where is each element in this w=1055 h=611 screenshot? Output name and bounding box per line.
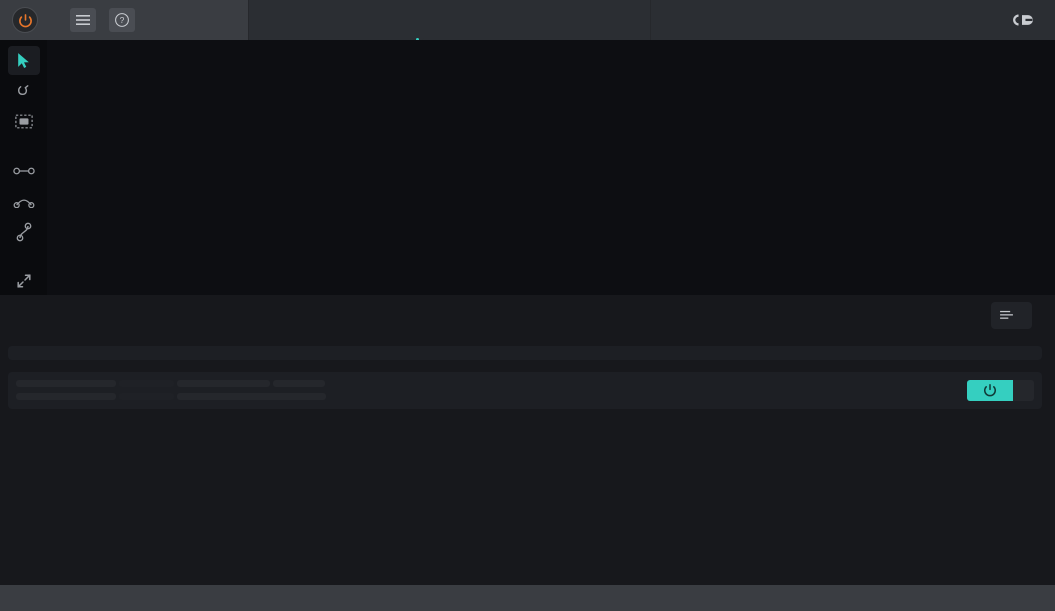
midi-output-row — [16, 393, 326, 400]
update-rate-field[interactable] — [177, 393, 326, 400]
pen-tool-icon[interactable] — [8, 77, 40, 106]
midi-output-field[interactable] — [16, 393, 116, 400]
header-right — [650, 0, 1055, 40]
tool-palette — [0, 40, 47, 295]
grid-lines-icon — [1000, 310, 1013, 319]
plugin-power-button[interactable] — [12, 7, 38, 33]
lower-section — [0, 335, 1055, 611]
pointer-tool-icon[interactable] — [7, 46, 40, 75]
midi-input-row — [16, 380, 326, 387]
svg-text:?: ? — [120, 15, 125, 25]
modulation-matrix — [8, 346, 1042, 360]
midi-output-channel-field[interactable] — [119, 393, 174, 400]
wave-editor — [0, 40, 1055, 295]
hamburger-icon — [76, 15, 90, 25]
teach-button[interactable] — [967, 380, 1013, 401]
editor-toolbar — [0, 295, 1055, 335]
expand-tool-icon[interactable] — [8, 266, 40, 295]
teach-group — [967, 380, 1034, 401]
marquee-select-tool-icon[interactable] — [8, 107, 40, 136]
midi-cc-field[interactable] — [1013, 380, 1034, 401]
grid-mode-button[interactable] — [991, 301, 1032, 329]
wave-canvas[interactable] — [47, 40, 1055, 295]
brand-area: ? — [0, 0, 249, 40]
midishaper-window: ? — [0, 0, 1055, 611]
line-segment-tool-icon[interactable] — [8, 156, 40, 185]
s-curve-tool-icon[interactable] — [8, 218, 40, 247]
arc-curve-tool-icon[interactable] — [8, 187, 40, 216]
midi-input-field[interactable] — [16, 380, 116, 387]
right-column — [0, 340, 1055, 611]
shape-preset-bar — [991, 301, 1055, 329]
help-button[interactable]: ? — [109, 8, 135, 32]
wave-selector-bar — [249, 0, 651, 44]
power-icon — [984, 383, 996, 397]
midi-setup-panel — [8, 372, 1042, 409]
app-header: ? — [0, 0, 1055, 44]
help-icon: ? — [115, 13, 129, 27]
midi-fields — [16, 380, 326, 401]
octave-field[interactable] — [177, 380, 270, 387]
window-footer — [0, 585, 1055, 611]
note-field[interactable] — [273, 380, 325, 387]
vendor-logo — [1009, 13, 1035, 28]
menu-button[interactable] — [70, 8, 96, 32]
midi-input-channel-field[interactable] — [119, 380, 174, 387]
cableguys-logo-icon — [1013, 14, 1033, 25]
